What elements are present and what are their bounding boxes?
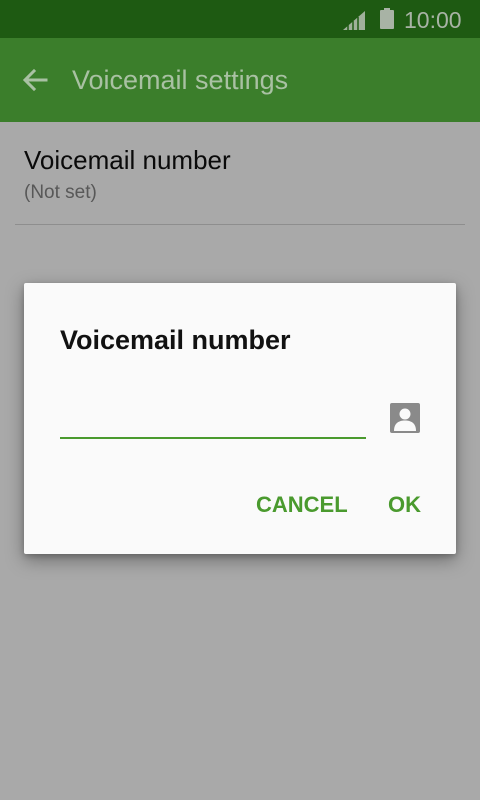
ok-button[interactable]: OK [388, 488, 421, 522]
app-bar: Voicemail settings [0, 38, 480, 122]
divider [15, 224, 465, 225]
setting-title: Voicemail number [24, 145, 231, 175]
voicemail-number-input[interactable] [60, 393, 366, 439]
status-bar: 10:00 [0, 0, 480, 38]
arrow-back-icon[interactable] [20, 65, 50, 95]
setting-item-voicemail-number[interactable]: Voicemail number (Not set) [0, 122, 480, 224]
battery-icon [380, 8, 394, 29]
contact-picker-icon[interactable] [390, 403, 420, 433]
dialog-title: Voicemail number [60, 325, 291, 355]
signal-icon [343, 11, 365, 30]
cancel-button[interactable]: CANCEL [256, 488, 348, 522]
setting-summary: (Not set) [24, 182, 97, 203]
voicemail-number-dialog: Voicemail number CANCEL OK [24, 283, 456, 554]
page-title: Voicemail settings [72, 65, 289, 95]
status-time: 10:00 [404, 7, 462, 33]
